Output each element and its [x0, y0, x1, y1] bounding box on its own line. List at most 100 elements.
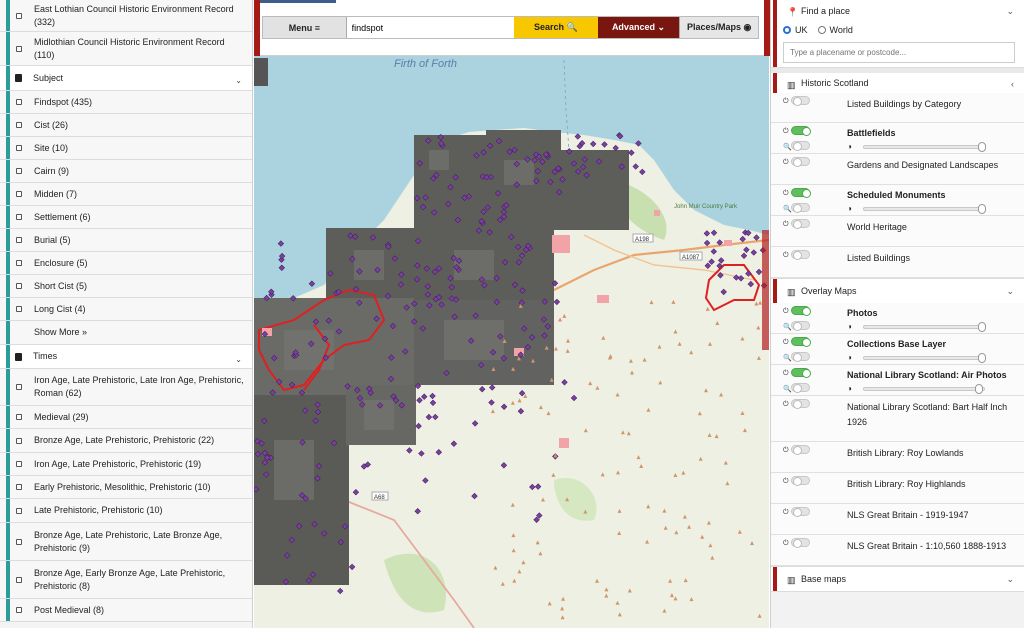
layer-toggle[interactable] [791, 219, 810, 229]
checkbox[interactable] [16, 122, 22, 128]
checkbox[interactable] [16, 191, 22, 197]
layer-row[interactable]: ⏻ Scheduled Monuments 🔍 ◑ [771, 185, 1024, 216]
facet-item[interactable]: Burial (5) [0, 229, 252, 252]
map-canvas[interactable]: Firth of Forth A198 A1087 A68 John Muir … [254, 0, 769, 628]
historic-scotland-header[interactable]: ▥ Historic Scotland ‹ [771, 73, 1024, 93]
zoom-toggle[interactable] [791, 203, 810, 213]
checkbox[interactable] [16, 168, 22, 174]
opacity-slider[interactable]: ◑ [847, 203, 1018, 215]
facet-item[interactable]: East Lothian Council Historic Environmen… [0, 0, 252, 32]
layer-row[interactable]: ⏻ Photos 🔍 ◑ [771, 303, 1024, 334]
layer-toggle[interactable] [791, 337, 811, 347]
facet-item[interactable]: Medieval (29) [0, 406, 252, 429]
show-more-link[interactable]: Show More » [0, 321, 252, 345]
slider-knob[interactable] [978, 142, 986, 152]
checkbox[interactable] [16, 507, 22, 514]
checkbox[interactable] [16, 45, 22, 52]
facet-item[interactable]: Bronze Age, Early Bronze Age, Late Prehi… [0, 561, 252, 599]
layer-toggle[interactable] [791, 157, 810, 167]
layer-toggle[interactable] [791, 126, 811, 136]
opacity-slider[interactable]: ◑ [847, 352, 1018, 364]
facet-heading-subject[interactable]: Subject ⌄ [0, 66, 252, 91]
checkbox[interactable] [16, 237, 22, 243]
facet-item[interactable]: Enclosure (5) [0, 252, 252, 275]
menu-button[interactable]: Menu ≡ [263, 17, 347, 38]
checkbox[interactable] [16, 576, 22, 583]
facet-item[interactable]: Midlothian Council Historic Environment … [0, 32, 252, 66]
facet-item[interactable]: Bronze Age, Late Prehistoric, Prehistori… [0, 429, 252, 453]
layer-toggle[interactable] [791, 368, 811, 378]
checkbox[interactable] [16, 214, 22, 220]
advanced-button[interactable]: Advanced ⌄ [597, 17, 680, 38]
facet-item[interactable]: Findspot (435) [0, 91, 252, 114]
zoom-toggle[interactable] [791, 141, 810, 151]
facet-item[interactable]: Cairn (9) [0, 160, 252, 183]
layer-row[interactable]: ⏻ Gardens and Designated Landscapes [771, 154, 1024, 185]
facet-item[interactable]: Late Prehistoric, Prehistoric (10) [0, 499, 252, 523]
facet-item[interactable]: Iron Age, Late Prehistoric, Prehistoric … [0, 453, 252, 476]
opacity-slider[interactable]: ◑ [847, 141, 1018, 153]
place-search-input[interactable] [783, 42, 1015, 63]
zoom-toggle[interactable] [791, 383, 810, 393]
layer-row[interactable]: ⏻ National Library Scotland: Bart Half In… [771, 396, 1024, 442]
facet-item[interactable]: Settlement (6) [0, 206, 252, 229]
checkbox[interactable] [16, 607, 22, 613]
facet-item[interactable]: Post Medieval (8) [0, 599, 252, 622]
zoom-toggle[interactable] [791, 352, 810, 362]
layer-toggle[interactable] [791, 445, 810, 455]
opacity-slider[interactable]: ◑ [847, 321, 1018, 333]
layer-row[interactable]: ⏻ Collections Base Layer 🔍 ◑ [771, 334, 1024, 365]
layer-row[interactable]: ⏻ Listed Buildings by Category [771, 93, 1024, 123]
layer-toggle[interactable] [791, 399, 810, 409]
checkbox[interactable] [16, 12, 22, 19]
slider-knob[interactable] [974, 384, 983, 394]
checkbox[interactable] [16, 260, 22, 266]
slider-knob[interactable] [978, 353, 986, 363]
layer-row[interactable]: ⏻ NLS Great Britain - 1919-1947 [771, 504, 1024, 535]
base-maps-header[interactable]: ▥ Base maps ⌄ [771, 567, 1024, 591]
overlay-maps-header[interactable]: ▥ Overlay Maps ⌄ [771, 279, 1024, 303]
layer-row[interactable]: ⏻ World Heritage [771, 216, 1024, 247]
facet-item[interactable]: Cist (26) [0, 114, 252, 137]
layer-toggle[interactable] [791, 476, 810, 486]
radio-world[interactable] [817, 26, 826, 34]
checkbox[interactable] [16, 484, 22, 490]
facet-item[interactable]: Short Cist (5) [0, 275, 252, 298]
checkbox[interactable] [16, 283, 22, 289]
facet-item[interactable]: Early Prehistoric, Mesolithic, Prehistor… [0, 476, 252, 499]
checkbox[interactable] [16, 538, 22, 545]
checkbox[interactable] [16, 306, 22, 312]
radio-uk[interactable] [783, 26, 791, 34]
layer-toggle[interactable] [791, 538, 810, 548]
facet-item[interactable]: Long Cist (4) [0, 298, 252, 321]
layer-toggle[interactable] [791, 306, 811, 316]
layer-toggle[interactable] [791, 507, 810, 517]
facet-item[interactable]: Site (10) [0, 137, 252, 160]
layer-row[interactable]: ⏻ NLS Great Britain - 1:10,560 1888-1913 [771, 535, 1024, 566]
slider-knob[interactable] [978, 204, 986, 214]
checkbox[interactable] [16, 99, 22, 105]
facet-heading-times[interactable]: Times ⌄ [0, 345, 252, 369]
search-input[interactable] [346, 17, 514, 38]
slider-knob[interactable] [978, 322, 986, 332]
layer-row[interactable]: ⏻ Battlefields 🔍 ◑ [771, 123, 1024, 154]
checkbox[interactable] [16, 437, 22, 444]
facet-item[interactable]: Midden (7) [0, 183, 252, 206]
facet-item[interactable]: Iron Age, Late Prehistoric, Late Iron Ag… [0, 369, 252, 406]
checkbox[interactable] [16, 384, 22, 390]
layer-toggle[interactable] [791, 188, 811, 198]
zoom-toggle[interactable] [791, 321, 810, 331]
checkbox[interactable] [16, 461, 22, 467]
opacity-slider[interactable]: ◑ [847, 383, 1018, 395]
layer-row[interactable]: ⏻ Listed Buildings [771, 247, 1024, 278]
checkbox[interactable] [16, 414, 22, 420]
search-button[interactable]: Search 🔍 [513, 17, 598, 38]
layer-toggle[interactable] [791, 96, 810, 106]
layer-row[interactable]: ⏻ British Library: Roy Lowlands [771, 442, 1024, 473]
places-maps-button[interactable]: Places/Maps ◉ [679, 17, 758, 38]
layer-row[interactable]: ⏻ National Library Scotland: Air Photos 🔍 ◑ [771, 365, 1024, 396]
find-place-header[interactable]: 📍 Find a place ⌄ [771, 0, 1024, 22]
checkbox[interactable] [16, 145, 22, 151]
layer-toggle[interactable] [791, 250, 810, 260]
layer-row[interactable]: ⏻ British Library: Roy Highlands [771, 473, 1024, 504]
